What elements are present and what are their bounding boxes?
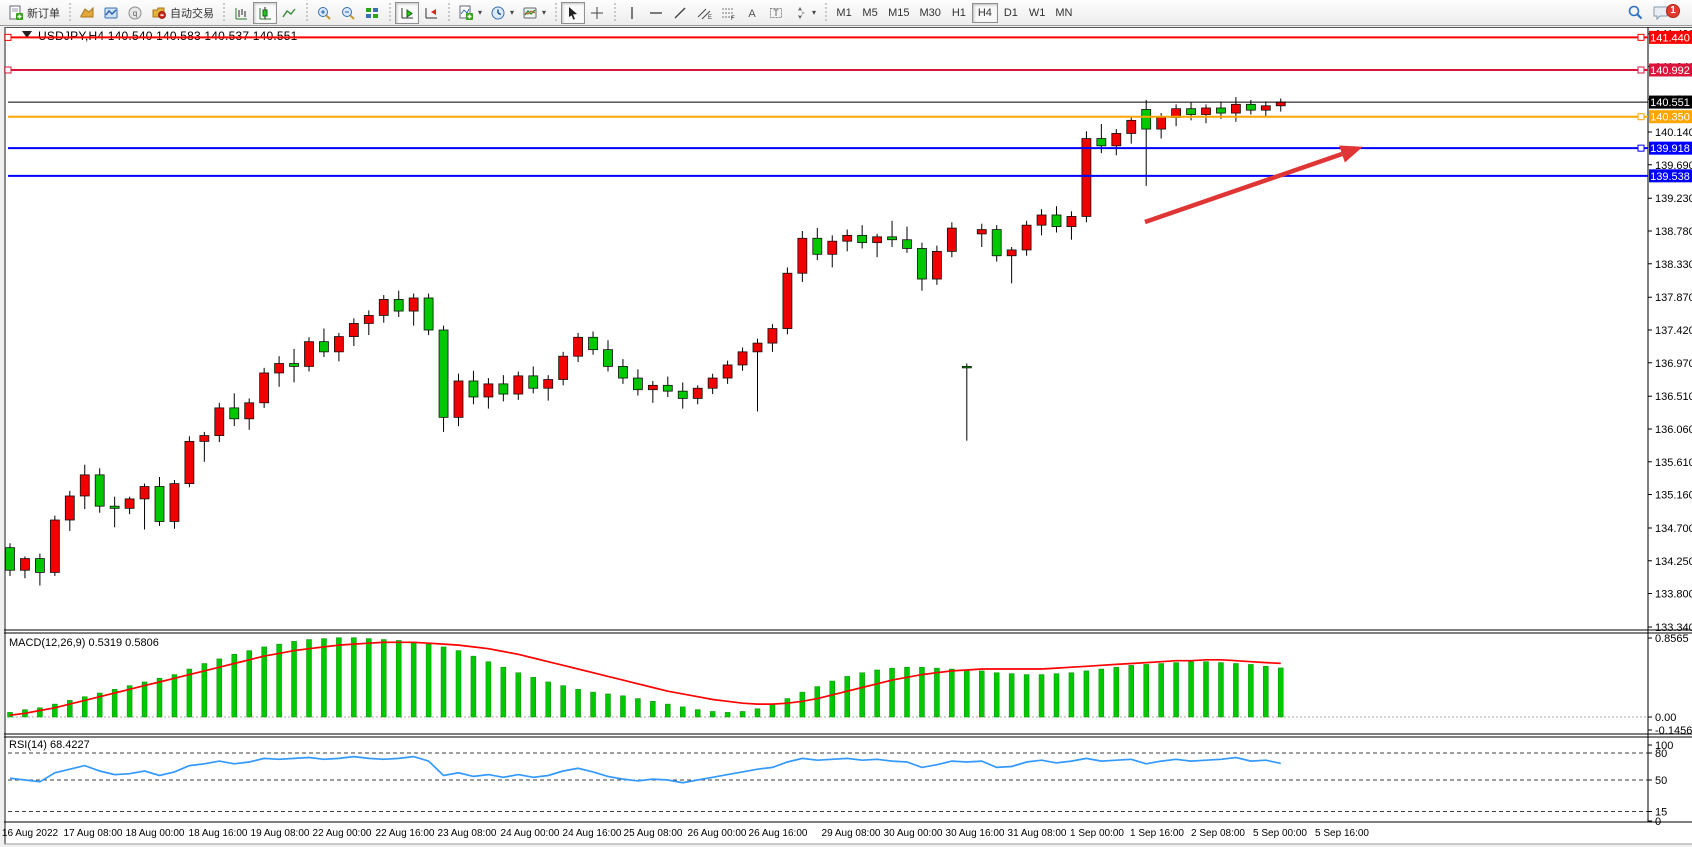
search-button[interactable] [1623,2,1648,24]
svg-text:E: E [708,15,712,21]
cursor-button[interactable] [561,2,585,24]
periods-button[interactable]: ▾ [486,2,518,24]
data-window-icon [103,5,119,21]
tile-windows-button[interactable] [360,2,384,24]
chat-badge: 1 [1666,4,1680,18]
chevron-down-icon: ▾ [478,8,482,17]
cursor-icon [565,5,581,21]
timeframe-button-H1[interactable]: H1 [946,3,972,23]
svg-text:A: A [748,8,756,20]
autotrading-icon [151,5,167,21]
trendline-button[interactable] [668,2,692,24]
svg-text:q: q [133,9,137,18]
text-button[interactable]: A [740,2,764,24]
svg-text:F: F [731,16,735,21]
chevron-down-icon: ▾ [510,8,514,17]
chevron-down-icon: ▾ [542,8,546,17]
timeframe-button-W1[interactable]: W1 [1024,3,1051,23]
market-watch-icon [79,5,95,21]
rsi-indicator-label: RSI(14) 68.4227 [9,739,90,751]
fibonacci-button[interactable]: F [716,2,740,24]
candlestick-chart-button[interactable] [253,2,277,24]
toolbar-separator [822,3,829,23]
horizontal-line-icon [648,5,664,21]
crosshair-button[interactable] [585,2,609,24]
fibonacci-icon: F [720,5,736,21]
toolbar-separator [552,3,559,23]
auto-scroll-button[interactable] [395,2,419,24]
new-order-button[interactable]: 新订单 [4,2,64,24]
toolbar-separator [66,3,73,23]
toolbar-separator [303,3,310,23]
zoom-out-button[interactable] [336,2,360,24]
trendline-icon [672,5,688,21]
horizontal-line-button[interactable] [644,2,668,24]
timeframe-button-H4[interactable]: H4 [972,3,998,23]
chevron-down-icon: ▾ [812,8,816,17]
chart-window[interactable] [4,27,1692,844]
label-button[interactable]: T [764,2,788,24]
market-watch-button[interactable] [75,2,99,24]
line-chart-button[interactable] [277,2,301,24]
chart-shift-icon [423,5,439,21]
bar-chart-icon [233,5,249,21]
zoom-out-icon [340,5,356,21]
vertical-line-icon [624,5,640,21]
channel-button[interactable]: E [692,2,716,24]
data-window-button[interactable] [99,2,123,24]
timeframe-button-M30[interactable]: M30 [914,3,945,23]
arrows-button[interactable]: ▾ [788,2,820,24]
tile-windows-icon [364,5,380,21]
timeframe-button-M1[interactable]: M1 [831,3,857,23]
text-icon: A [744,5,760,21]
toolbar-separator [445,3,452,23]
channel-icon: E [696,5,712,21]
label-icon: T [768,5,784,21]
timeframe-button-D1[interactable]: D1 [998,3,1024,23]
autotrading-label: 自动交易 [170,5,214,21]
new-order-label: 新订单 [27,5,60,21]
zoom-in-icon [316,5,332,21]
clock-icon [490,5,506,21]
chart-shift-button[interactable] [419,2,443,24]
chat-button[interactable]: 1 [1648,2,1674,24]
templates-button[interactable]: ▾ [518,2,550,24]
search-icon [1627,4,1644,21]
timeframe-button-MN[interactable]: MN [1050,3,1077,23]
arrows-icon [792,5,808,21]
timeframe-button-M15[interactable]: M15 [883,3,914,23]
templates-icon [522,5,538,21]
line-chart-icon [281,5,297,21]
toolbar-separator [611,3,618,23]
autotrading-button[interactable]: 自动交易 [147,2,218,24]
vertical-line-button[interactable] [620,2,644,24]
new-order-icon [8,5,24,21]
toolbar-separator [386,3,393,23]
timeframe-button-M5[interactable]: M5 [857,3,883,23]
toolbar-separator [220,3,227,23]
crosshair-icon [589,5,605,21]
svg-text:T: T [773,8,779,18]
indicators-button[interactable]: ▾ [454,2,486,24]
toolbar: 新订单 q 自动交易 [0,0,1692,26]
bar-chart-button[interactable] [229,2,253,24]
signals-icon: q [127,5,143,21]
auto-scroll-icon [399,5,415,21]
candlestick-chart-icon [257,5,273,21]
one-click-trading-toggle-icon[interactable] [22,31,32,38]
chart-title: USDJPY,H4 140.540 140.583 140.537 140.55… [38,29,298,43]
timeframe-group: M1M5M15M30H1H4D1W1MN [831,3,1077,23]
macd-indicator-label: MACD(12,26,9) 0.5319 0.5806 [9,637,159,649]
zoom-in-button[interactable] [312,2,336,24]
signals-button[interactable]: q [123,2,147,24]
indicators-icon [458,5,474,21]
